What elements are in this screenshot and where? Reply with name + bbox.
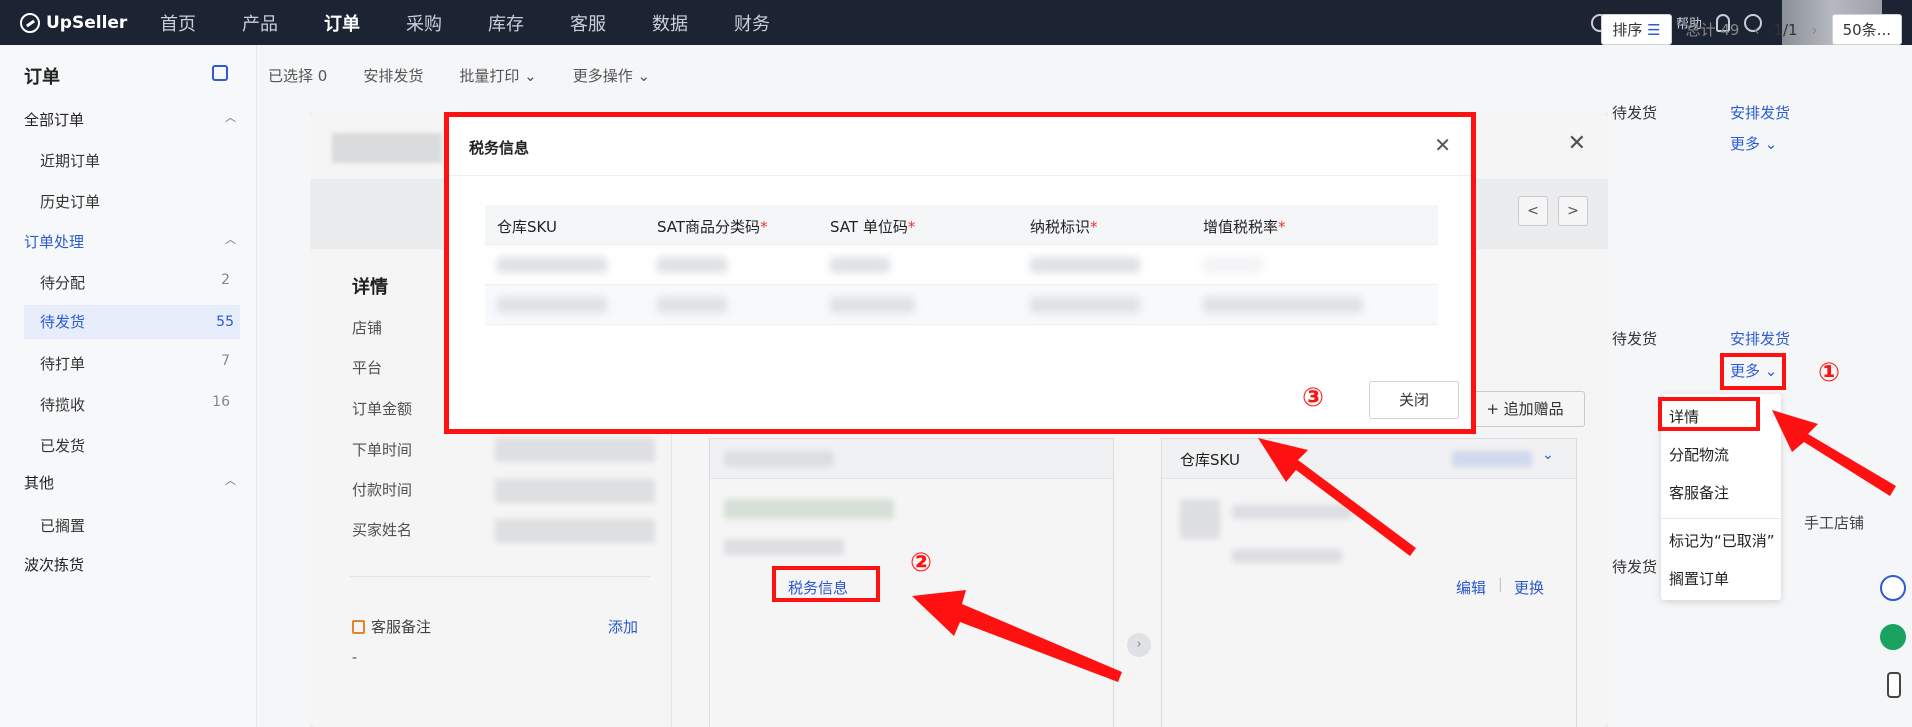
annotation-arrow-3 [1258,438,1416,556]
annotation-arrow-2 [912,590,1122,682]
annotation-arrows [912,410,1896,682]
annotation-arrow-1 [1772,410,1896,496]
